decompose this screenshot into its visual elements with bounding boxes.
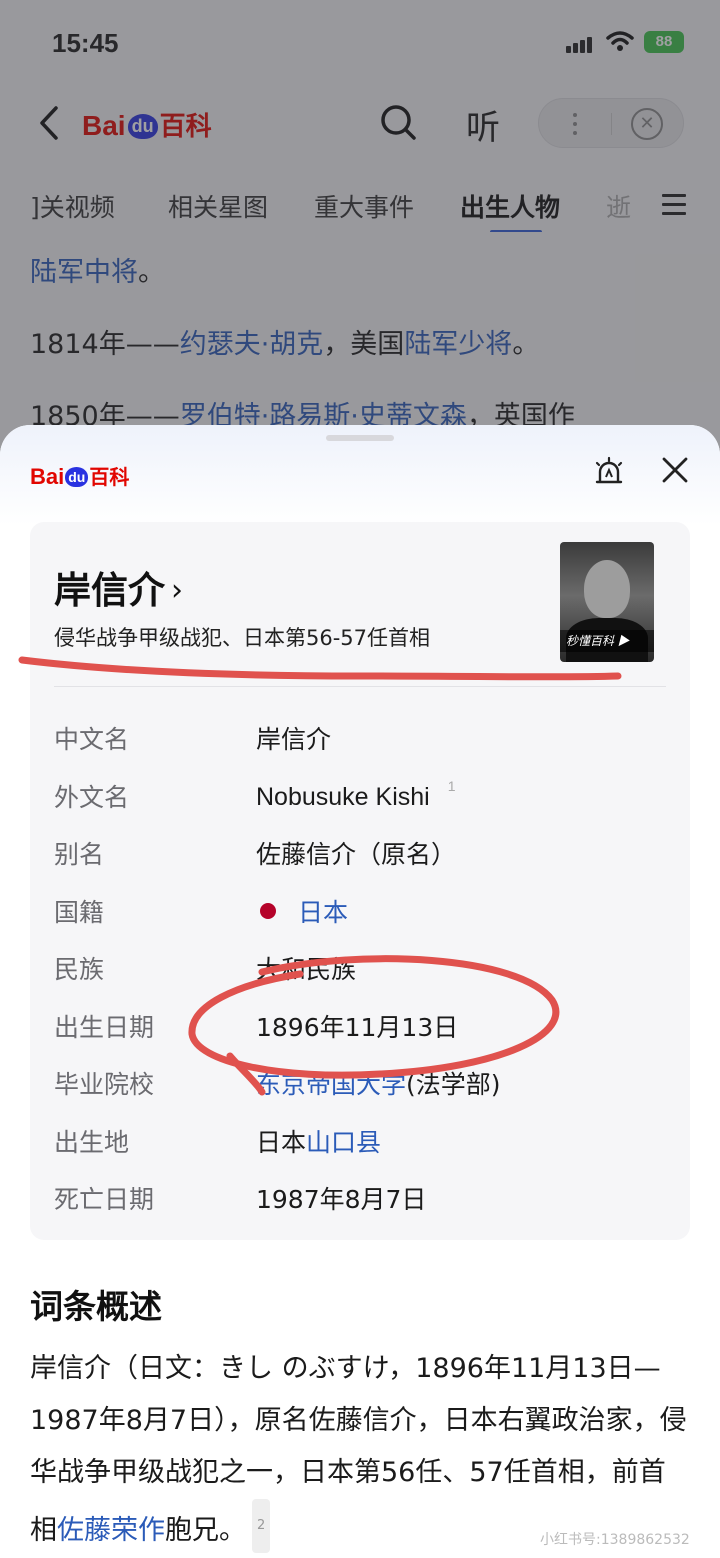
video-badge[interactable]: 秒懂百科 ▶ (560, 630, 654, 652)
portrait-image[interactable]: 秒懂百科 ▶ (560, 542, 654, 662)
entry-title[interactable]: 岸信介 › (54, 560, 183, 614)
person-link[interactable]: 佐藤荣作 (57, 1515, 165, 1546)
modal-overlay[interactable] (0, 0, 720, 460)
baidu-baike-logo: Bai du 百科 (30, 464, 130, 489)
ethnicity-link[interactable]: 大和民族 (256, 950, 356, 986)
infobox-row: 出生日期 1896年11月13日 (54, 1012, 459, 1042)
birthplace-link[interactable]: 山口县 (306, 1128, 381, 1157)
nationality-link[interactable]: 日本 (298, 898, 348, 927)
sheet-drag-handle[interactable] (326, 435, 394, 441)
infobox-row: 民族 大和民族 (54, 942, 666, 1000)
university-link[interactable]: 东京帝国大学 (256, 1070, 406, 1099)
japan-flag-icon (260, 902, 276, 919)
entry-subtitle: 侵华战争甲级战犯、日本第56-57任首相 (54, 626, 431, 650)
infobox-row: 死亡日期 1987年8月7日 (54, 1185, 427, 1214)
infobox-card: 岸信介 › 侵华战争甲级战犯、日本第56-57任首相 秒懂百科 ▶ 中文名 岸信介… (30, 522, 690, 1240)
infobox-row: 出生地 日本山口县 (54, 1127, 382, 1157)
close-icon[interactable] (660, 455, 690, 489)
infobox-row: 别名 佐藤信介（原名） (54, 840, 457, 869)
report-alarm-icon[interactable] (592, 455, 626, 493)
infobox-table: 中文名 岸信介 外文名 Nobusuke Kishi 1 别名 佐藤信介（原名） … (54, 712, 666, 1230)
infobox-row: 国籍 日本 (54, 897, 349, 927)
summary-paragraph: 岸信介（日文：きし のぶすけ，1896年11月13日—1987年8月7日），原名… (30, 1343, 692, 1557)
infobox-row: 毕业院校 东京帝国大学(法学部) (54, 1070, 501, 1099)
watermark: 小红书号:1389862532 (540, 1532, 690, 1548)
reference-marker[interactable]: 1 (448, 778, 456, 794)
chevron-right-icon: › (171, 573, 183, 608)
entry-preview-sheet: Bai du 百科 岸信介 › 侵华战争甲级战犯、日本第56-57任首相 秒懂百科 ▶… (0, 425, 720, 1558)
summary-heading: 词条概述 (30, 1287, 162, 1326)
infobox-row: 中文名 岸信介 (54, 725, 332, 754)
reference-marker[interactable]: 2 (252, 1499, 271, 1553)
infobox-row: 外文名 Nobusuke Kishi 1 (54, 777, 456, 812)
